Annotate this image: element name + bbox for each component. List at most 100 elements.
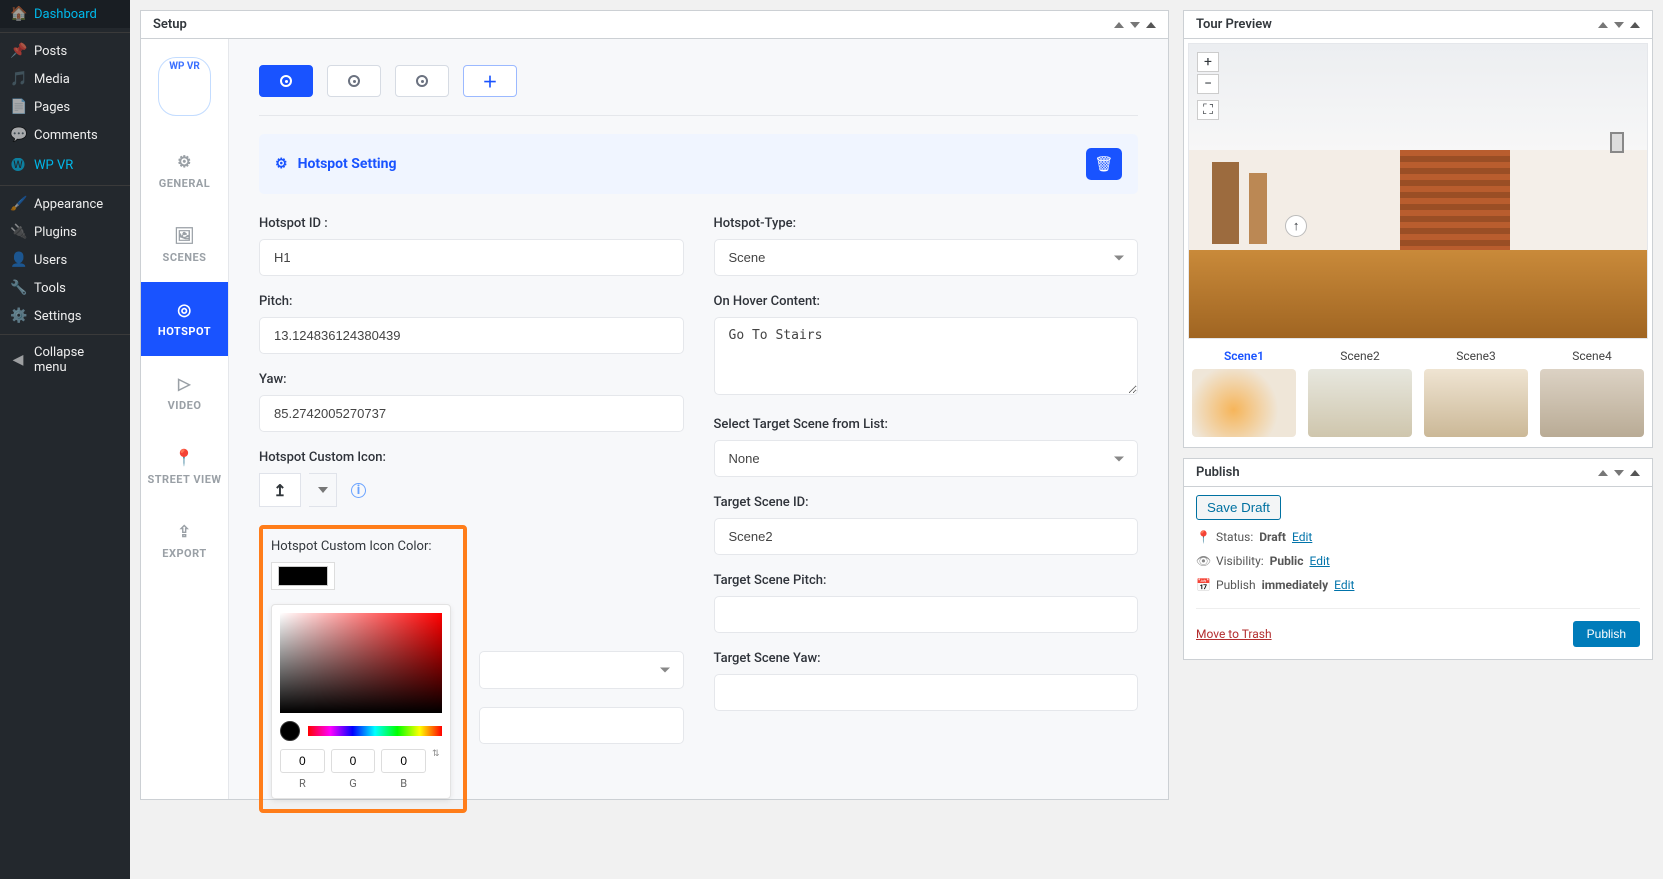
- status-edit-link[interactable]: Edit: [1292, 530, 1312, 544]
- wp-nav-settings[interactable]: ⚙️Settings: [0, 302, 130, 330]
- panel-move-up-icon[interactable]: [1598, 22, 1608, 28]
- target-scene-id-label: Target Scene ID:: [714, 495, 1139, 510]
- schedule-label: Publish: [1216, 578, 1256, 592]
- scene-thumb-3[interactable]: Scene3: [1424, 349, 1528, 437]
- hidden-input-under-picker[interactable]: [479, 707, 684, 744]
- vtab-streetview[interactable]: 📍STREET VIEW: [141, 430, 228, 504]
- save-draft-button[interactable]: Save Draft: [1196, 495, 1281, 520]
- wp-nav-comments[interactable]: 💬Comments: [0, 121, 130, 149]
- chevron-down-icon: [318, 487, 328, 493]
- scene-thumb-4[interactable]: Scene4: [1540, 349, 1644, 437]
- vtab-label: SCENES: [163, 251, 207, 264]
- vtab-hotspot[interactable]: ◎HOTSPOT: [141, 282, 228, 356]
- color-satval-area[interactable]: [280, 613, 442, 713]
- nav-label: Appearance: [34, 197, 103, 212]
- scene-thumb-image: [1192, 369, 1296, 437]
- tools-icon: 🔧: [10, 280, 26, 296]
- setup-vertical-tabs: WP VR ⚙GENERAL 🖼SCENES ◎HOTSPOT ▷VIDEO 📍…: [141, 39, 229, 799]
- pin-icon: 📍: [1196, 530, 1210, 544]
- panel-move-down-icon[interactable]: [1130, 22, 1140, 28]
- info-icon[interactable]: i: [351, 483, 366, 498]
- custom-icon-preview[interactable]: ↥: [259, 473, 301, 507]
- hotspot-slot-3-button[interactable]: [395, 65, 449, 97]
- wp-nav-dashboard[interactable]: 🏠Dashboard: [0, 0, 130, 28]
- hotspot-slot-2-button[interactable]: [327, 65, 381, 97]
- wp-nav-plugins[interactable]: 🔌Plugins: [0, 218, 130, 246]
- move-to-trash-link[interactable]: Move to Trash: [1196, 627, 1272, 641]
- publish-button[interactable]: Publish: [1573, 621, 1640, 647]
- rgb-r-label: R: [280, 777, 325, 790]
- delete-hotspot-button[interactable]: 🗑: [1086, 148, 1122, 180]
- calendar-icon: 📅: [1196, 578, 1210, 592]
- hotspot-marker[interactable]: ↑: [1285, 215, 1307, 237]
- panel-toggle-icon[interactable]: [1630, 22, 1640, 28]
- hotspot-add-button[interactable]: ＋: [463, 65, 517, 97]
- rgb-mode-toggle[interactable]: ⇅: [432, 749, 442, 790]
- yaw-input[interactable]: [259, 395, 684, 432]
- color-swatch[interactable]: [278, 566, 328, 586]
- panel-move-up-icon[interactable]: [1114, 22, 1124, 28]
- panel-toggle-icon[interactable]: [1630, 470, 1640, 476]
- vtab-scenes[interactable]: 🖼SCENES: [141, 208, 228, 282]
- visibility-edit-link[interactable]: Edit: [1309, 554, 1329, 568]
- wp-nav-tools[interactable]: 🔧Tools: [0, 274, 130, 302]
- trash-icon: 🗑: [1094, 155, 1113, 173]
- panel-move-down-icon[interactable]: [1614, 22, 1624, 28]
- target-pitch-label: Target Scene Pitch:: [714, 573, 1139, 588]
- scene-name: Scene2: [1308, 349, 1412, 363]
- status-label: Status:: [1216, 530, 1253, 544]
- rgb-b-input[interactable]: [381, 749, 426, 773]
- target-scene-id-input[interactable]: [714, 518, 1139, 555]
- panorama-preview[interactable]: + − ⛶ ↑: [1188, 43, 1648, 339]
- wp-nav-appearance[interactable]: 🖌️Appearance: [0, 190, 130, 218]
- zoom-out-button[interactable]: −: [1197, 74, 1219, 94]
- wp-nav-users[interactable]: 👤Users: [0, 246, 130, 274]
- hotspot-id-input[interactable]: [259, 239, 684, 276]
- vtab-video[interactable]: ▷VIDEO: [141, 356, 228, 430]
- hotspot-slot-1-button[interactable]: [259, 65, 313, 97]
- fullscreen-button[interactable]: ⛶: [1197, 100, 1219, 120]
- scene-name: Scene4: [1540, 349, 1644, 363]
- wp-nav-media[interactable]: 🎵Media: [0, 65, 130, 93]
- wp-nav-posts[interactable]: 📌Posts: [0, 37, 130, 65]
- vtab-general[interactable]: ⚙GENERAL: [141, 134, 228, 208]
- dashboard-icon: 🏠: [10, 6, 26, 22]
- select-target-label: Select Target Scene from List:: [714, 417, 1139, 432]
- target-pitch-input[interactable]: [714, 596, 1139, 633]
- wpvr-logo: WP VR: [141, 39, 228, 134]
- panel-move-up-icon[interactable]: [1598, 470, 1608, 476]
- scene-thumb-1[interactable]: Scene1: [1192, 349, 1296, 437]
- target-yaw-input[interactable]: [714, 674, 1139, 711]
- wp-nav-collapse[interactable]: ◀Collapse menu: [0, 339, 130, 381]
- hue-slider[interactable]: [308, 726, 442, 736]
- target-dot-icon: [416, 75, 428, 87]
- schedule-edit-link[interactable]: Edit: [1334, 578, 1354, 592]
- setup-panel: Setup WP VR ⚙GENERAL 🖼SCENES ◎HOTSPOT ▷V…: [140, 10, 1169, 800]
- hotspot-type-select[interactable]: Scene: [714, 239, 1139, 276]
- panel-toggle-icon[interactable]: [1146, 22, 1156, 28]
- plugin-icon: 🔌: [10, 224, 26, 240]
- publish-panel: Publish Save Draft 📍 Status: Draft Edit …: [1183, 458, 1653, 660]
- scene-name: Scene1: [1192, 349, 1296, 363]
- nav-label: WP VR: [34, 158, 73, 173]
- vtab-export[interactable]: ⇪EXPORT: [141, 504, 228, 578]
- wp-nav-pages[interactable]: 📄Pages: [0, 93, 130, 121]
- hover-content-input[interactable]: Go To Stairs: [714, 317, 1139, 395]
- pitch-input[interactable]: [259, 317, 684, 354]
- zoom-in-button[interactable]: +: [1197, 52, 1219, 72]
- vtab-label: EXPORT: [162, 547, 206, 560]
- hidden-select-under-picker[interactable]: [479, 651, 684, 689]
- streetview-icon: 📍: [145, 448, 224, 467]
- select-target-scene[interactable]: None: [714, 440, 1139, 477]
- wp-nav-wpvr[interactable]: 🅦WP VR: [0, 149, 130, 181]
- rgb-g-input[interactable]: [331, 749, 376, 773]
- vtab-label: VIDEO: [168, 399, 202, 412]
- custom-icon-dropdown[interactable]: [309, 473, 337, 507]
- status-value: Draft: [1259, 530, 1286, 544]
- pin-icon: 📌: [10, 43, 26, 59]
- panel-move-down-icon[interactable]: [1614, 470, 1624, 476]
- scene-thumb-2[interactable]: Scene2: [1308, 349, 1412, 437]
- gear-icon: ⚙: [145, 152, 224, 171]
- gear-icon: ⚙: [275, 156, 288, 172]
- rgb-r-input[interactable]: [280, 749, 325, 773]
